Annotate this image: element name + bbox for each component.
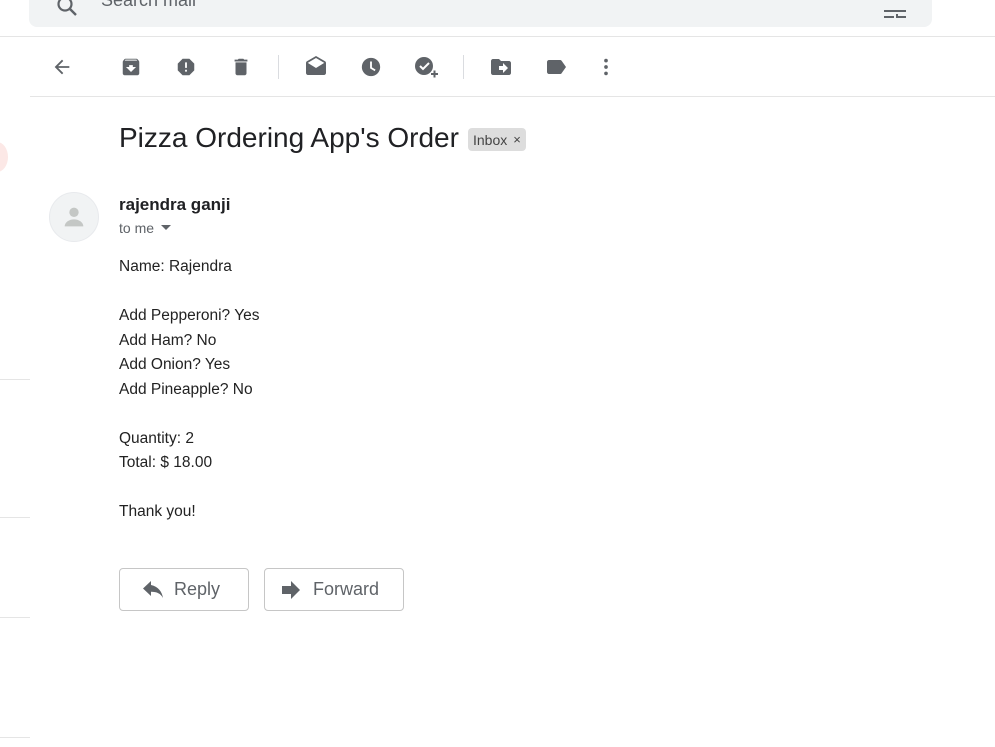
chevron-down-icon[interactable]: [160, 224, 172, 232]
toolbar-separator: [278, 55, 279, 79]
more-options-button[interactable]: [590, 51, 622, 83]
sender-name: rajendra ganji: [119, 195, 231, 214]
divider: [0, 617, 30, 618]
body-line-thanks: Thank you!: [119, 503, 196, 520]
reply-button[interactable]: Reply: [119, 568, 249, 611]
archive-button[interactable]: [115, 51, 147, 83]
body-blank-line: [119, 476, 259, 501]
body-line-total: Total: $ 18.00: [119, 454, 213, 471]
recipients-toggle[interactable]: to me: [119, 220, 172, 236]
divider: [0, 737, 30, 738]
forward-label: Forward: [313, 579, 380, 599]
body-blank-line: [119, 402, 259, 427]
move-to-icon: [491, 59, 511, 75]
recipients-text: to me: [119, 220, 155, 236]
person-icon: [64, 207, 84, 227]
reply-icon: [143, 580, 163, 598]
divider: [0, 517, 30, 518]
toolbar-separator: [463, 55, 464, 79]
label-chip-text: Inbox: [473, 131, 508, 148]
delete-icon: [234, 58, 248, 76]
inbox-label-chip: Inbox ×: [468, 128, 526, 151]
search-icon[interactable]: [55, 0, 79, 18]
add-to-tasks-button[interactable]: [410, 51, 442, 83]
mark-unread-button[interactable]: [300, 51, 332, 83]
search-options-icon[interactable]: [882, 0, 908, 18]
email-subject: Pizza Ordering App's Order: [119, 122, 459, 153]
more-vert-icon: [604, 58, 608, 76]
divider: [30, 96, 995, 97]
search-input[interactable]: Search mail: [101, 0, 196, 11]
snooze-icon: [361, 57, 381, 77]
body-line-pepperoni: Add Pepperoni? Yes: [119, 307, 260, 324]
email-body: Name: Rajendra Add Pepperoni? Yes Add Ha…: [119, 255, 259, 525]
label-icon: [547, 60, 566, 74]
body-line-pineapple: Add Pineapple? No: [119, 380, 253, 398]
mark-unread-icon: [306, 56, 326, 75]
body-line-name: Name: Rajendra: [119, 258, 232, 275]
forward-icon: [282, 580, 300, 599]
back-arrow-icon: [54, 59, 70, 75]
body-blank-line: [119, 280, 259, 305]
report-spam-button[interactable]: [170, 51, 202, 83]
add-task-icon: [415, 57, 438, 78]
search-bar[interactable]: Search mail: [29, 0, 932, 27]
forward-button[interactable]: Forward: [264, 568, 404, 611]
back-button[interactable]: [46, 51, 78, 83]
divider: [0, 36, 995, 37]
move-to-button[interactable]: [485, 51, 517, 83]
remove-label-icon[interactable]: ×: [513, 132, 521, 147]
archive-icon: [122, 58, 140, 76]
divider: [0, 379, 30, 380]
avatar[interactable]: [49, 192, 99, 242]
delete-button[interactable]: [225, 51, 257, 83]
body-line-onion: Add Onion? Yes: [119, 356, 231, 373]
snooze-button[interactable]: [355, 51, 387, 83]
reply-label: Reply: [174, 579, 221, 599]
labels-button[interactable]: [540, 51, 572, 83]
report-spam-icon: [177, 58, 195, 76]
body-line-ham: Add Ham? No: [119, 331, 217, 349]
compose-button-fragment[interactable]: [0, 142, 8, 172]
body-line-quantity: Quantity: 2: [119, 429, 194, 447]
